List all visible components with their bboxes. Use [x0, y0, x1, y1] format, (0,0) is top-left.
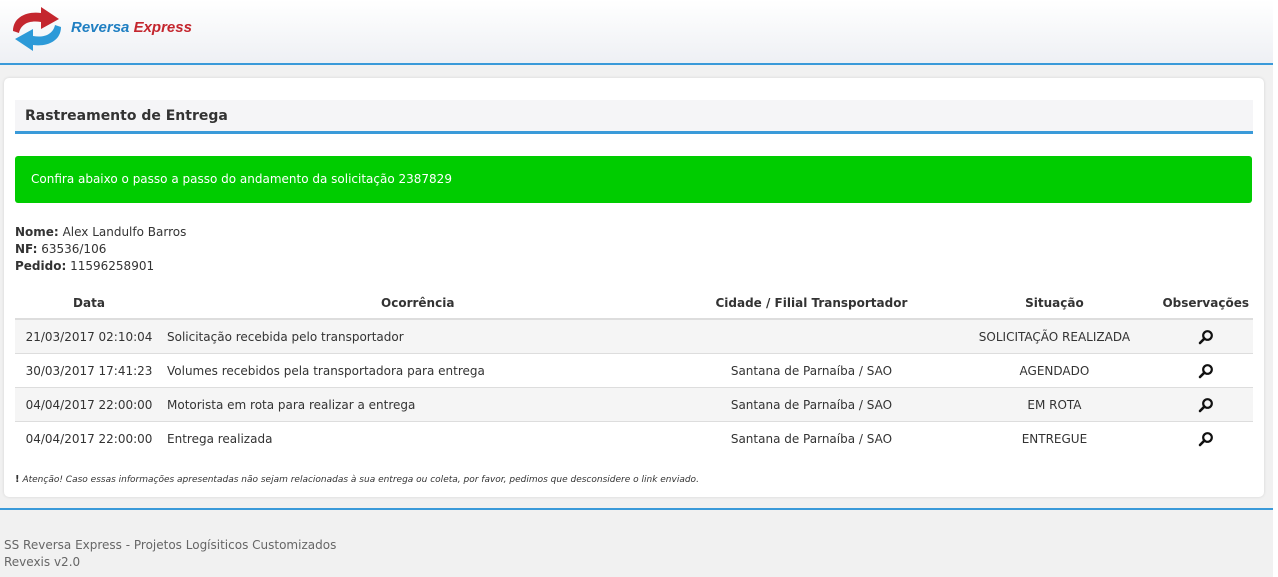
- cell-situacao: ENTREGUE: [950, 421, 1159, 455]
- brand-name: Reversa Express: [71, 19, 192, 36]
- brand-logo[interactable]: Reversa Express: [7, 5, 197, 55]
- right-edge: [1273, 0, 1278, 577]
- search-icon[interactable]: [1198, 431, 1214, 447]
- brand-name-part2: Express: [133, 19, 192, 36]
- nf-value: 63536/106: [41, 242, 107, 256]
- info-pedido: Pedido: 11596258901: [15, 258, 186, 275]
- info-nome: Nome: Alex Landulfo Barros: [15, 224, 186, 241]
- cell-data: 04/04/2017 22:00:00: [15, 387, 163, 422]
- footer-company: SS Reversa Express - Projetos Logísitico…: [4, 538, 337, 552]
- search-icon[interactable]: [1198, 363, 1214, 379]
- cell-data: 21/03/2017 02:10:04: [15, 318, 163, 354]
- search-icon[interactable]: [1198, 397, 1214, 413]
- cell-ocorrencia: Volumes recebidos pela transportadora pa…: [163, 353, 673, 388]
- footer-divider: [0, 508, 1273, 510]
- cell-situacao: SOLICITAÇÃO REALIZADA: [950, 318, 1159, 354]
- disclaimer-note: ! Atenção! Caso essas informações aprese…: [15, 474, 699, 485]
- table-header-row: Data Ocorrência Cidade / Filial Transpor…: [15, 288, 1253, 320]
- tracking-table: Data Ocorrência Cidade / Filial Transpor…: [15, 288, 1253, 455]
- cell-ocorrencia: Solicitação recebida pelo transportador: [163, 318, 673, 354]
- cell-cidade: Santana de Parnaíba / SAO: [672, 387, 951, 422]
- cell-ocorrencia: Entrega realizada: [163, 421, 673, 455]
- page-title: Rastreamento de Entrega: [25, 108, 228, 124]
- footer: SS Reversa Express - Projetos Logísitico…: [4, 537, 336, 571]
- table-row: 04/04/2017 22:00:00 Entrega realizada Sa…: [15, 421, 1253, 455]
- recipient-info: Nome: Alex Landulfo Barros NF: 63536/106…: [15, 224, 186, 275]
- cell-observacoes: [1158, 318, 1253, 354]
- nf-label: NF:: [15, 242, 38, 256]
- cell-data: 30/03/2017 17:41:23: [15, 353, 163, 388]
- header-ocorrencia: Ocorrência: [163, 288, 673, 320]
- footer-version: Revexis v2.0: [4, 555, 81, 569]
- pedido-label: Pedido:: [15, 259, 67, 273]
- table-row: 21/03/2017 02:10:04 Solicitação recebida…: [15, 318, 1253, 354]
- cell-situacao: AGENDADO: [950, 353, 1159, 388]
- cell-observacoes: [1158, 387, 1253, 422]
- nome-value: Alex Landulfo Barros: [62, 225, 187, 239]
- cell-ocorrencia: Motorista em rota para realizar a entreg…: [163, 387, 673, 422]
- nome-label: Nome:: [15, 225, 59, 239]
- alert-text: Confira abaixo o passo a passo do andame…: [31, 172, 452, 186]
- cell-cidade: Santana de Parnaíba / SAO: [672, 421, 951, 455]
- reverse-arrows-icon: [13, 7, 61, 51]
- cell-observacoes: [1158, 421, 1253, 455]
- cell-cidade: [672, 318, 951, 354]
- search-icon[interactable]: [1198, 329, 1214, 345]
- header-data: Data: [15, 288, 163, 320]
- panel-heading: Rastreamento de Entrega: [15, 100, 1253, 134]
- cell-data: 04/04/2017 22:00:00: [15, 421, 163, 455]
- tracking-panel: Rastreamento de Entrega Confira abaixo o…: [4, 78, 1264, 497]
- cell-cidade: Santana de Parnaíba / SAO: [672, 353, 951, 388]
- table-row: 30/03/2017 17:41:23 Volumes recebidos pe…: [15, 353, 1253, 388]
- header-observacoes: Observações: [1158, 288, 1253, 320]
- header-cidade: Cidade / Filial Transportador: [672, 288, 951, 320]
- brand-name-part1: Reversa: [71, 19, 130, 36]
- disclaimer-text: Atenção! Caso essas informações apresent…: [22, 475, 699, 485]
- exclamation-icon: !: [15, 474, 20, 485]
- table-row: 04/04/2017 22:00:00 Motorista em rota pa…: [15, 387, 1253, 422]
- info-nf: NF: 63536/106: [15, 241, 186, 258]
- pedido-value: 11596258901: [70, 259, 155, 273]
- cell-situacao: EM ROTA: [950, 387, 1159, 422]
- header-situacao: Situação: [950, 288, 1159, 320]
- success-alert: Confira abaixo o passo a passo do andame…: [15, 156, 1252, 203]
- header: Reversa Express: [0, 0, 1273, 65]
- cell-observacoes: [1158, 353, 1253, 388]
